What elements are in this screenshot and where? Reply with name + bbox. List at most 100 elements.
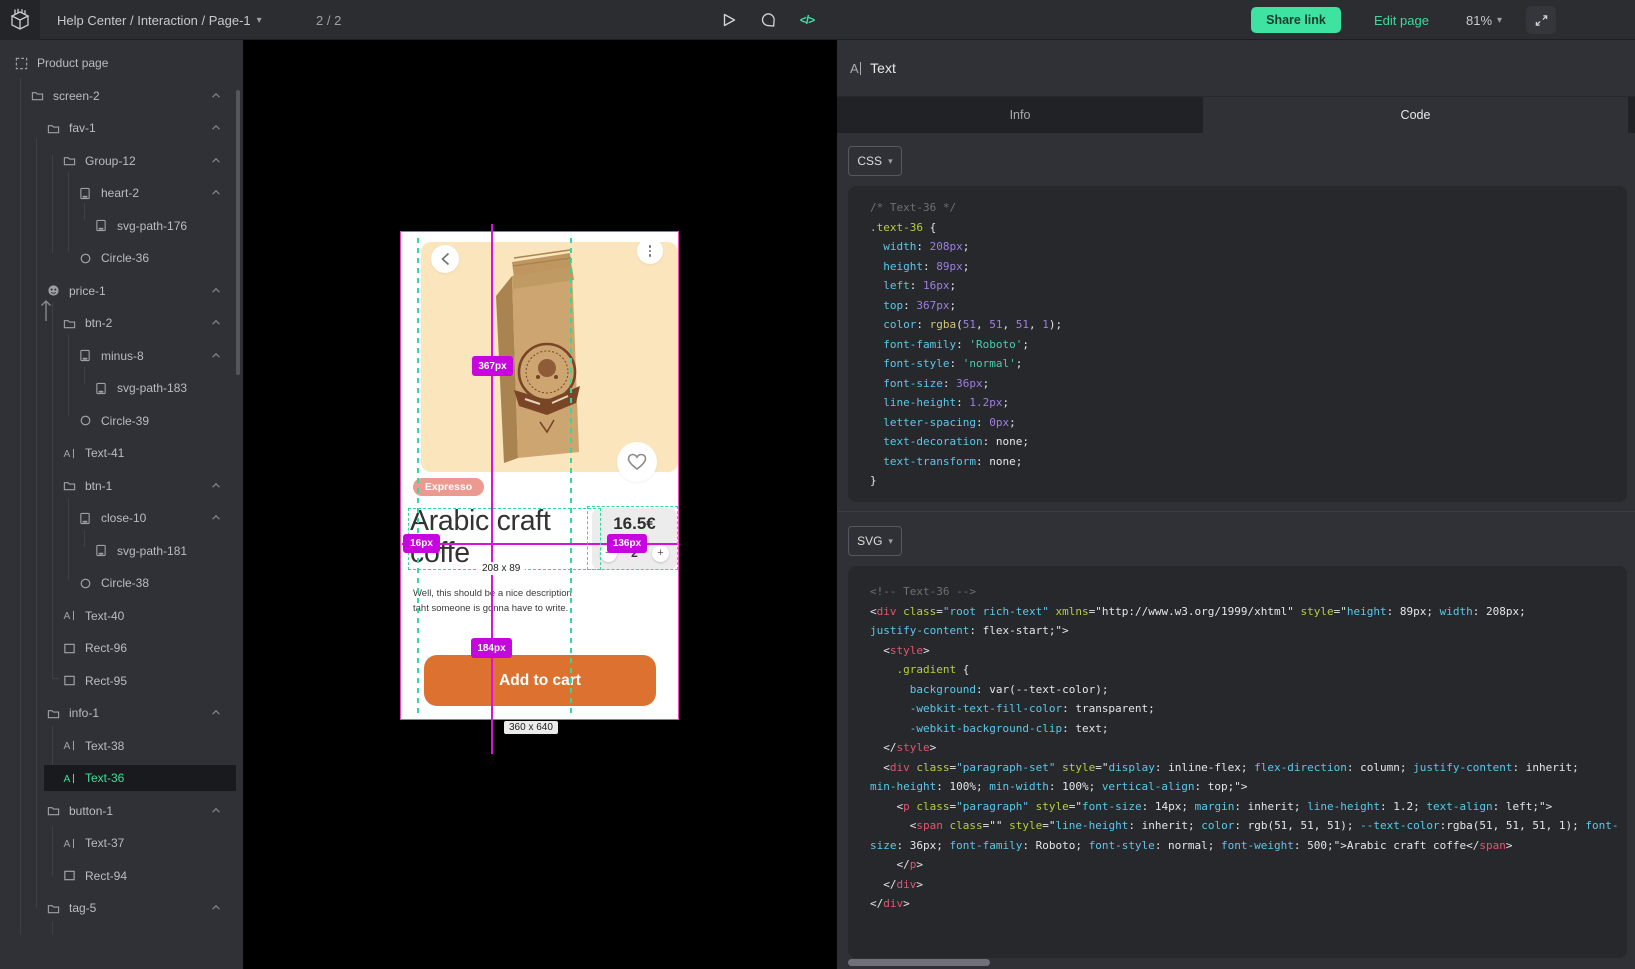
collapse-chevron-icon[interactable] — [210, 805, 222, 819]
layer-row-text-38[interactable]: A Text-38 — [0, 733, 236, 759]
collapse-chevron-icon[interactable] — [210, 90, 222, 104]
css-code-line-8: font-family: 'Roboto'; — [870, 335, 1627, 355]
back-button[interactable] — [431, 245, 459, 273]
css-dropdown-value: CSS — [857, 154, 882, 168]
code-scrollbar[interactable] — [848, 959, 990, 966]
layer-row-btn-2[interactable]: btn-2 — [0, 310, 236, 336]
layer-row-svg-path-183[interactable]: svg-path-183 — [0, 375, 236, 401]
add-to-cart-button[interactable]: Add to cart — [424, 655, 656, 706]
layer-label: svg-path-183 — [117, 381, 187, 395]
layer-row-rect-96[interactable]: Rect-96 — [0, 635, 236, 661]
tab-code[interactable]: Code — [1203, 97, 1628, 133]
svg-dropdown-value: SVG — [857, 534, 882, 548]
svg-code-line-2: <div class="root rich-text" xmlns="http:… — [870, 602, 1627, 622]
layer-row-rect-95[interactable]: Rect-95 — [0, 668, 236, 694]
layer-row-text-37[interactable]: AText-37 — [0, 830, 236, 856]
layer-label: heart-2 — [101, 186, 139, 200]
svg-text:A: A — [63, 611, 70, 622]
collapse-chevron-icon[interactable] — [210, 187, 222, 201]
collapse-chevron-icon[interactable] — [210, 317, 222, 331]
layer-row-circle-36[interactable]: Circle-36 — [0, 245, 236, 271]
css-code-line-6: top: 367px; — [870, 296, 1627, 316]
collapse-chevron-icon[interactable] — [210, 155, 222, 169]
teal-guide-right — [570, 238, 572, 716]
layers-panel: Product page screen-2 fav-1 Group-12 heart-2… — [0, 40, 243, 969]
folder-icon — [62, 154, 76, 168]
inspector-header: A Text — [837, 40, 1635, 97]
edit-page-link[interactable]: Edit page — [1374, 0, 1429, 40]
more-options-button[interactable] — [637, 238, 663, 264]
svg-code-line-11: min-height: 100%; min-width: 100%; verti… — [870, 777, 1627, 797]
zoom-dropdown[interactable]: 81% ▾ — [1466, 0, 1502, 40]
element-dimensions-label: 208 x 89 — [477, 562, 525, 575]
collapse-chevron-icon[interactable] — [210, 902, 222, 916]
breadcrumb[interactable]: Help Center / Interaction / Page-1 ▾ — [57, 0, 262, 40]
svg-language-dropdown[interactable]: SVG ▾ — [848, 526, 902, 556]
sidebar-scrollbar[interactable] — [236, 90, 240, 375]
layer-row-rect-94[interactable]: Rect-94 — [0, 863, 236, 889]
svg-text:A: A — [63, 741, 70, 752]
css-code-block[interactable]: /* Text-36 */.text-36 { width: 208px; he… — [848, 186, 1627, 502]
layer-row-screen-2[interactable]: screen-2 — [0, 83, 236, 109]
comment-button[interactable] — [755, 0, 781, 40]
share-link-button[interactable]: Share link — [1251, 7, 1341, 33]
measure-chip-top: 367px — [472, 356, 513, 376]
collapse-chevron-icon[interactable] — [210, 285, 222, 299]
heart-icon — [627, 453, 647, 471]
layer-row-product page[interactable]: Product page — [0, 50, 236, 76]
collapse-chevron-icon[interactable] — [210, 512, 222, 526]
rect-icon — [62, 869, 76, 883]
folder-icon — [30, 89, 44, 103]
arrow-up-icon — [39, 298, 53, 322]
layer-row-tag-5[interactable]: tag-5 — [0, 895, 236, 921]
layer-row-text-36[interactable]: AText-36 — [0, 765, 236, 791]
svg-code-line-14: size: 36px; font-family: Roboto; font-st… — [870, 836, 1627, 856]
layer-row-btn-1[interactable]: btn-1 — [0, 473, 236, 499]
layer-row-circle-38[interactable]: Circle-38 — [0, 570, 236, 596]
play-button[interactable] — [716, 0, 742, 40]
layer-row-svg-path-181[interactable]: svg-path-181 — [0, 538, 236, 564]
layer-label: minus-8 — [101, 349, 144, 363]
layer-row-button-1[interactable]: button-1 — [0, 798, 236, 824]
layer-label: Text-38 — [85, 739, 124, 753]
code-mode-button[interactable]: </> — [794, 0, 820, 40]
layer-row-fav-1[interactable]: fav-1 — [0, 115, 236, 141]
collapse-chevron-icon[interactable] — [210, 707, 222, 721]
layer-row-info-1[interactable]: info-1 — [0, 700, 236, 726]
svg-code-line-9: </style> — [870, 738, 1627, 758]
favorite-button[interactable] — [617, 442, 657, 482]
layer-row-group-12[interactable]: Group-12 — [0, 148, 236, 174]
fullscreen-button[interactable] — [1526, 6, 1556, 34]
layer-row-circle-39[interactable]: Circle-39 — [0, 408, 236, 434]
layer-row-minus-8[interactable]: minus-8 — [0, 343, 236, 369]
layer-row-close-10[interactable]: close-10 — [0, 505, 236, 531]
layer-label: Text-37 — [85, 836, 124, 850]
layer-row-heart-2[interactable]: heart-2 — [0, 180, 236, 206]
layer-label: Product page — [37, 56, 108, 70]
layer-row-text-41[interactable]: AText-41 — [0, 440, 236, 466]
collapse-chevron-icon[interactable] — [210, 122, 222, 136]
collapse-chevron-icon[interactable] — [210, 480, 222, 494]
folder-icon — [46, 804, 60, 818]
svg-code-line-7: -webkit-text-fill-color: transparent; — [870, 699, 1627, 719]
layer-row-price-1[interactable]: price-1 — [0, 278, 236, 304]
selected-element-type: Text — [870, 60, 896, 76]
inspector-tabs: Info Code — [837, 97, 1635, 133]
svg-code-block[interactable]: <!-- Text-36 --><div class="root rich-te… — [848, 566, 1627, 958]
layer-label: fav-1 — [69, 121, 96, 135]
app-logo[interactable] — [0, 0, 40, 40]
css-code-line-3: width: 208px; — [870, 237, 1627, 257]
layer-label: svg-path-176 — [117, 219, 187, 233]
layer-row-svg-path-176[interactable]: svg-path-176 — [0, 213, 236, 239]
tab-info[interactable]: Info — [837, 97, 1203, 133]
css-language-dropdown[interactable]: CSS ▾ — [848, 146, 902, 176]
css-code-line-12: letter-spacing: 0px; — [870, 413, 1627, 433]
layer-label: Rect-94 — [85, 869, 127, 883]
svg-code-line-8: -webkit-background-clip: text; — [870, 719, 1627, 739]
css-code-line-14: text-transform: none; — [870, 452, 1627, 472]
circle-icon — [78, 414, 92, 428]
layer-label: button-1 — [69, 804, 113, 818]
collapse-chevron-icon[interactable] — [210, 350, 222, 364]
measure-chip-left: 16px — [403, 534, 440, 553]
layer-row-text-40[interactable]: AText-40 — [0, 603, 236, 629]
